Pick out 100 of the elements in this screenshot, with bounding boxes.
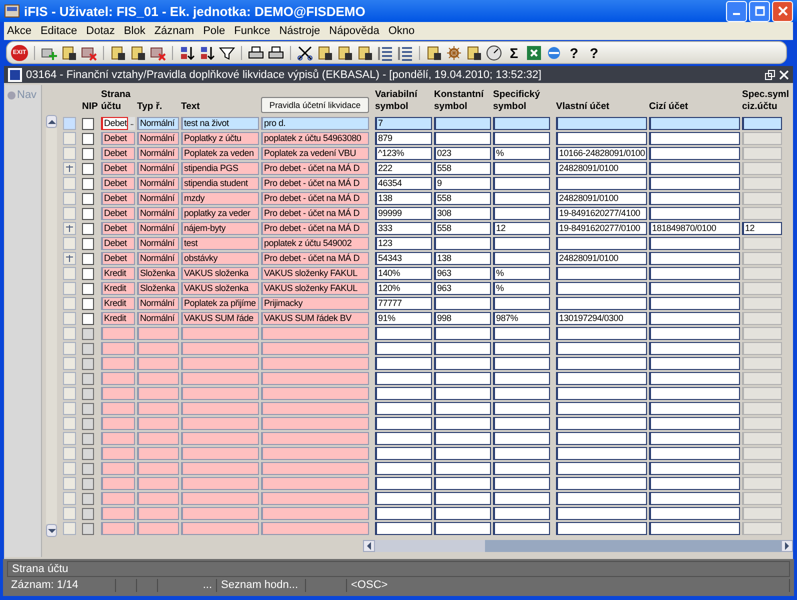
table-cell[interactable] — [261, 522, 369, 535]
table-cell[interactable] — [101, 432, 135, 445]
table-cell[interactable] — [261, 342, 369, 355]
table-cell[interactable]: Normální — [137, 162, 179, 175]
table-cell[interactable] — [375, 432, 432, 445]
nip-checkbox[interactable] — [82, 312, 94, 324]
table-cell[interactable] — [742, 132, 782, 145]
table-cell[interactable]: 138 — [375, 192, 432, 205]
row-marker[interactable] — [63, 522, 76, 535]
nip-checkbox[interactable] — [82, 178, 94, 190]
table-cell[interactable]: poplatek z účtu 549002 — [261, 237, 369, 250]
table-cell[interactable]: 333 — [375, 222, 432, 235]
table-cell[interactable] — [649, 477, 740, 490]
table-cell[interactable] — [137, 507, 179, 520]
row-marker[interactable] — [63, 462, 76, 475]
document-icon[interactable] — [426, 44, 442, 60]
table-cell[interactable] — [649, 207, 740, 220]
nip-checkbox[interactable] — [82, 132, 94, 144]
nip-checkbox[interactable] — [82, 238, 94, 250]
table-cell[interactable] — [742, 387, 782, 400]
table-cell[interactable] — [649, 147, 740, 160]
table-cell[interactable]: Složenka — [137, 282, 179, 295]
menu-item[interactable]: Blok — [124, 25, 146, 37]
close-icon[interactable] — [779, 70, 789, 80]
table-cell[interactable] — [556, 387, 647, 400]
table-cell[interactable]: Pro debet - účet na MÁ D — [261, 162, 369, 175]
nip-checkbox[interactable] — [82, 252, 94, 264]
table-cell[interactable]: test na život — [181, 117, 259, 130]
nip-checkbox[interactable] — [82, 222, 94, 234]
table-cell[interactable] — [137, 357, 179, 370]
table-cell[interactable] — [434, 462, 491, 475]
table-cell[interactable] — [556, 432, 647, 445]
table-cell[interactable]: 987% — [493, 312, 550, 325]
table-cell[interactable]: Debet — [101, 237, 135, 250]
table-cell[interactable]: Normální — [137, 222, 179, 235]
table-cell[interactable]: VAKUS SUM řáde — [181, 312, 259, 325]
table-cell[interactable]: Prijimacky — [261, 297, 369, 310]
table-cell[interactable] — [649, 507, 740, 520]
table-cell[interactable] — [101, 327, 135, 340]
table-cell[interactable] — [493, 162, 550, 175]
table-cell[interactable] — [375, 342, 432, 355]
table-cell[interactable] — [261, 372, 369, 385]
horizontal-scrollbar[interactable] — [363, 540, 793, 552]
table-cell[interactable] — [493, 297, 550, 310]
table-cell[interactable] — [556, 132, 647, 145]
table-cell[interactable]: VAKUS SUM řádek BV — [261, 312, 369, 325]
close-button[interactable] — [772, 0, 793, 22]
row-marker[interactable] — [63, 432, 76, 445]
gauge-icon[interactable] — [486, 44, 502, 60]
table-cell[interactable]: ^123% — [375, 147, 432, 160]
table-cell[interactable]: 19-8491620277/0100 — [556, 222, 647, 235]
row-marker[interactable] — [63, 222, 76, 235]
scroll-right-button[interactable] — [781, 540, 793, 552]
table-cell[interactable]: 120% — [375, 282, 432, 295]
table-cell[interactable]: 24828091/0100 — [556, 252, 647, 265]
minimize-button[interactable] — [726, 0, 747, 22]
table-cell[interactable] — [649, 162, 740, 175]
table-cell[interactable] — [101, 342, 135, 355]
table-cell[interactable]: 558 — [434, 192, 491, 205]
table-cell[interactable] — [434, 477, 491, 490]
table-cell[interactable] — [556, 492, 647, 505]
table-cell[interactable] — [649, 492, 740, 505]
table-cell[interactable] — [742, 282, 782, 295]
menu-item[interactable]: Funkce — [234, 25, 270, 37]
delete-record-icon[interactable] — [150, 44, 166, 60]
table-cell[interactable]: poplatek z účtu 54963080 — [261, 132, 369, 145]
table-cell[interactable]: 140% — [375, 267, 432, 280]
table-cell[interactable]: 12 — [493, 222, 550, 235]
row-marker[interactable] — [63, 477, 76, 490]
vertical-scrollbar[interactable] — [46, 115, 57, 537]
table-cell[interactable] — [493, 207, 550, 220]
table-cell[interactable]: 998 — [434, 312, 491, 325]
table-cell[interactable]: Normální — [137, 132, 179, 145]
gear-icon[interactable] — [446, 44, 462, 60]
table-cell[interactable]: Debet — [101, 252, 135, 265]
document-icon[interactable] — [357, 44, 373, 60]
table-cell[interactable]: Normální — [137, 117, 179, 130]
row-marker[interactable] — [63, 312, 76, 325]
table-cell[interactable] — [649, 357, 740, 370]
table-cell[interactable] — [434, 387, 491, 400]
table-cell[interactable] — [556, 342, 647, 355]
document-icon[interactable] — [337, 44, 353, 60]
table-cell[interactable] — [434, 237, 491, 250]
table-cell[interactable] — [556, 267, 647, 280]
table-cell[interactable] — [742, 177, 782, 190]
table-cell[interactable]: Debet — [101, 207, 135, 220]
table-cell[interactable] — [742, 447, 782, 460]
table-cell[interactable] — [101, 417, 135, 430]
table-cell[interactable]: VAKUS složenka — [181, 282, 259, 295]
table-cell[interactable] — [556, 327, 647, 340]
table-cell[interactable] — [375, 357, 432, 370]
table-cell[interactable]: Kredit — [101, 297, 135, 310]
document-icon[interactable] — [466, 44, 482, 60]
table-cell[interactable] — [101, 357, 135, 370]
table-cell[interactable] — [137, 432, 179, 445]
table-cell[interactable]: Pro debet - účet na MÁ D — [261, 207, 369, 220]
table-cell[interactable] — [493, 522, 550, 535]
table-cell[interactable] — [101, 402, 135, 415]
table-cell[interactable] — [556, 462, 647, 475]
table-cell[interactable]: Kredit — [101, 267, 135, 280]
